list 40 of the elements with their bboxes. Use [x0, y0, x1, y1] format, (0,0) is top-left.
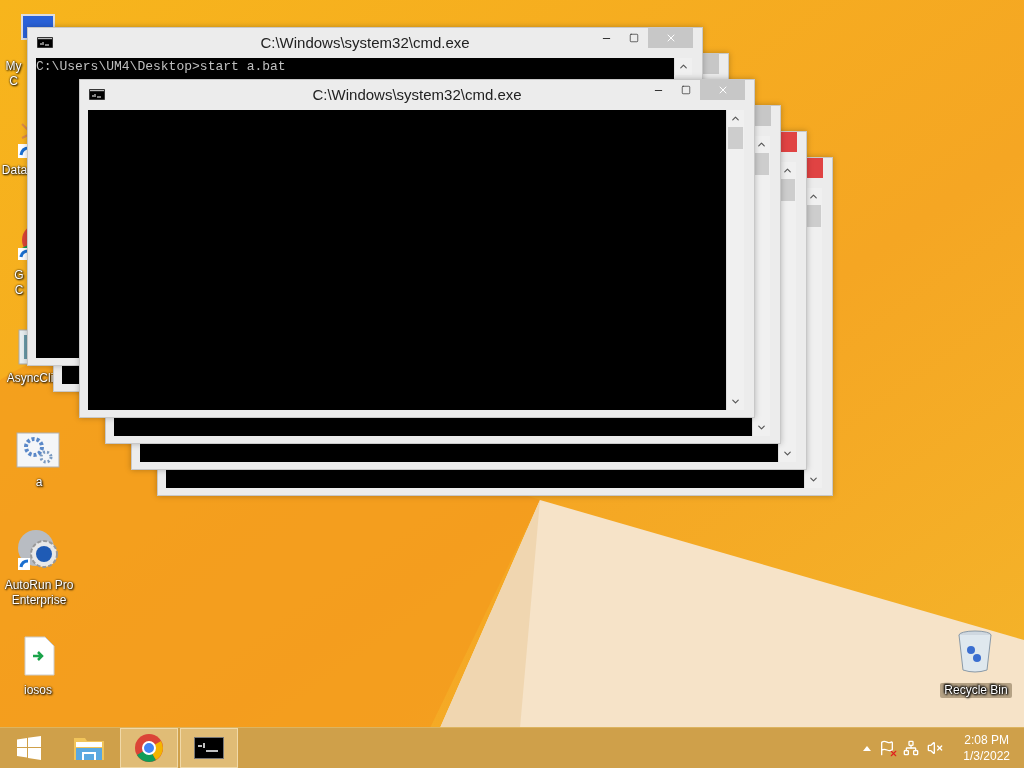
desktop-icon-label[interactable]: AsyncCli — [5, 371, 55, 386]
console-icon — [194, 737, 224, 759]
desktop-icon-label[interactable]: My C — [0, 59, 27, 89]
scroll-thumb[interactable] — [728, 127, 743, 149]
triangle-up-icon — [863, 745, 872, 751]
desktop-icon-label[interactable]: Data — [1, 163, 28, 178]
gears-icon — [16, 432, 60, 468]
clock-date[interactable]: 1/3/2022 — [963, 748, 1010, 764]
clock-time[interactable]: 2:08 PM — [964, 732, 1009, 748]
tray-volume-button[interactable] — [927, 740, 944, 756]
chevron-down-icon — [782, 448, 793, 459]
chevron-down-icon — [756, 422, 767, 433]
show-hidden-icons-button[interactable] — [863, 745, 872, 751]
taskbar-button[interactable] — [180, 728, 238, 768]
window-title: C:\Windows\system32\cmd.exe — [260, 34, 470, 51]
desktop-icon-label[interactable]: Recycle Bin — [940, 683, 1012, 698]
maximize-icon — [680, 85, 691, 95]
tray-flag-button[interactable] — [879, 740, 896, 756]
chevron-down-icon — [808, 474, 819, 485]
browser-icon — [134, 733, 164, 763]
speaker-muted-icon — [927, 740, 944, 756]
window-title: C:\Windows\system32\cmd.exe — [312, 86, 522, 103]
recycle-bin-icon — [957, 630, 993, 674]
desktop-icon-label[interactable]: iosos — [18, 683, 58, 698]
windows-logo-icon — [17, 736, 41, 760]
desktop-icon-label[interactable]: G C — [13, 268, 25, 298]
chevron-down-icon — [730, 396, 741, 407]
disc-gear-icon — [16, 528, 60, 572]
desktop-icon-label[interactable]: a — [26, 475, 52, 490]
maximize-icon — [628, 33, 639, 43]
network-icon — [903, 740, 920, 756]
desktop-icon-label[interactable]: AutoRun Pro Enterprise — [0, 578, 78, 608]
console-icon — [37, 37, 53, 48]
scrollbar[interactable] — [726, 110, 744, 410]
error-x-icon — [889, 749, 899, 758]
tray-network-button[interactable] — [903, 740, 920, 756]
console-text: C:\Users\UM4\Desktop>start a.bat — [36, 59, 287, 74]
console-icon — [89, 89, 105, 100]
flag-icon — [879, 740, 896, 756]
document-icon — [23, 636, 55, 676]
